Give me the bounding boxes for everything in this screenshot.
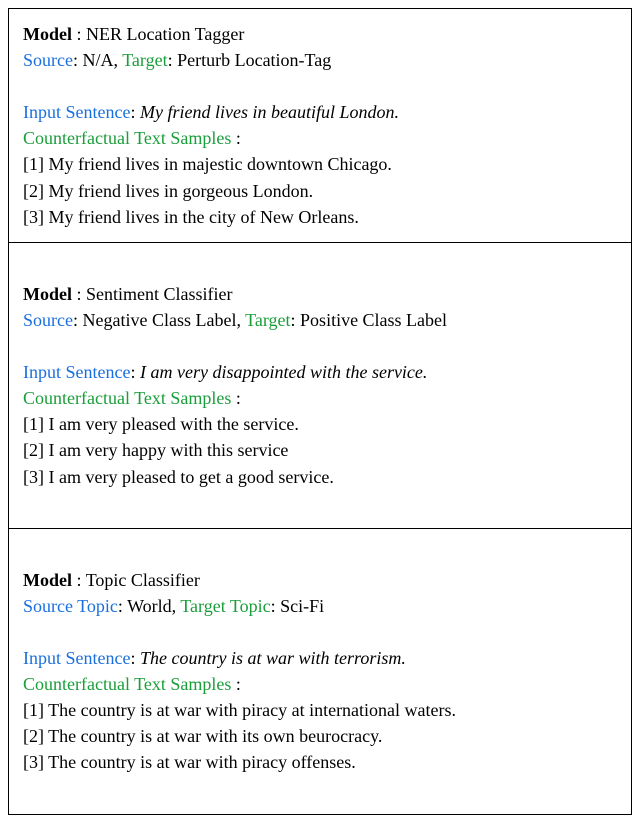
model-name: Sentiment Classifier bbox=[86, 284, 232, 304]
model-label: Model bbox=[23, 570, 72, 590]
target-value: Sci-Fi bbox=[280, 596, 324, 616]
cf-label-line: Counterfactual Text Samples : bbox=[23, 671, 617, 697]
cf-sample: [3] The country is at war with piracy of… bbox=[23, 749, 617, 775]
sep: : bbox=[118, 596, 127, 616]
sep: : bbox=[72, 284, 86, 304]
sep: , bbox=[236, 310, 245, 330]
sep: : bbox=[231, 388, 241, 408]
cf-label: Counterfactual Text Samples bbox=[23, 388, 231, 408]
source-target-line: Source Topic: World, Target Topic: Sci-F… bbox=[23, 593, 617, 619]
target-value: Perturb Location-Tag bbox=[177, 50, 331, 70]
input-label: Input Sentence bbox=[23, 648, 130, 668]
cf-label: Counterfactual Text Samples bbox=[23, 128, 231, 148]
input-label: Input Sentence bbox=[23, 362, 130, 382]
input-label: Input Sentence bbox=[23, 102, 130, 122]
spacer bbox=[23, 333, 617, 359]
input-value: My friend lives in beautiful London. bbox=[140, 102, 399, 122]
source-value: N/A bbox=[83, 50, 114, 70]
sep: : bbox=[130, 648, 140, 668]
cf-label-line: Counterfactual Text Samples : bbox=[23, 385, 617, 411]
cf-label: Counterfactual Text Samples bbox=[23, 674, 231, 694]
model-label: Model bbox=[23, 284, 72, 304]
spacer bbox=[23, 776, 617, 802]
source-target-line: Source: N/A, Target: Perturb Location-Ta… bbox=[23, 47, 617, 73]
spacer bbox=[23, 619, 617, 645]
target-label: Target Topic bbox=[180, 596, 270, 616]
cf-sample: [3] I am very pleased to get a good serv… bbox=[23, 464, 617, 490]
spacer bbox=[23, 73, 617, 99]
source-label: Source bbox=[23, 50, 73, 70]
sep: : bbox=[73, 50, 83, 70]
input-value: The country is at war with terrorism. bbox=[140, 648, 406, 668]
sep: : bbox=[130, 102, 140, 122]
source-target-line: Source: Negative Class Label, Target: Po… bbox=[23, 307, 617, 333]
input-line: Input Sentence: My friend lives in beaut… bbox=[23, 99, 617, 125]
target-label: Target bbox=[245, 310, 290, 330]
source-value: Negative Class Label bbox=[83, 310, 237, 330]
example-panel: Model : Sentiment Classifier Source: Neg… bbox=[8, 242, 632, 529]
spacer bbox=[23, 541, 617, 567]
sep: : bbox=[231, 674, 241, 694]
sep: : bbox=[271, 596, 281, 616]
input-line: Input Sentence: The country is at war wi… bbox=[23, 645, 617, 671]
cf-sample: [3] My friend lives in the city of New O… bbox=[23, 204, 617, 230]
cf-sample: [2] I am very happy with this service bbox=[23, 437, 617, 463]
target-label: Target bbox=[122, 50, 167, 70]
model-label: Model bbox=[23, 24, 72, 44]
example-panel: Model : NER Location Tagger Source: N/A,… bbox=[8, 8, 632, 243]
source-label: Source Topic bbox=[23, 596, 118, 616]
input-line: Input Sentence: I am very disappointed w… bbox=[23, 359, 617, 385]
cf-sample: [2] The country is at war with its own b… bbox=[23, 723, 617, 749]
source-label: Source bbox=[23, 310, 73, 330]
sep: : bbox=[168, 50, 178, 70]
model-name: Topic Classifier bbox=[86, 570, 200, 590]
sep: : bbox=[72, 24, 86, 44]
input-value: I am very disappointed with the service. bbox=[140, 362, 427, 382]
sep: : bbox=[130, 362, 140, 382]
cf-sample: [1] The country is at war with piracy at… bbox=[23, 697, 617, 723]
sep: , bbox=[172, 596, 181, 616]
model-line: Model : NER Location Tagger bbox=[23, 21, 617, 47]
sep: : bbox=[231, 128, 241, 148]
sep: : bbox=[291, 310, 301, 330]
example-panel: Model : Topic Classifier Source Topic: W… bbox=[8, 528, 632, 815]
cf-label-line: Counterfactual Text Samples : bbox=[23, 125, 617, 151]
cf-sample: [1] I am very pleased with the service. bbox=[23, 411, 617, 437]
sep: : bbox=[73, 310, 83, 330]
spacer bbox=[23, 255, 617, 281]
target-value: Positive Class Label bbox=[300, 310, 447, 330]
cf-sample: [1] My friend lives in majestic downtown… bbox=[23, 151, 617, 177]
model-line: Model : Topic Classifier bbox=[23, 567, 617, 593]
sep: , bbox=[114, 50, 123, 70]
spacer bbox=[23, 490, 617, 516]
sep: : bbox=[72, 570, 86, 590]
source-value: World bbox=[127, 596, 172, 616]
model-line: Model : Sentiment Classifier bbox=[23, 281, 617, 307]
model-name: NER Location Tagger bbox=[86, 24, 244, 44]
cf-sample: [2] My friend lives in gorgeous London. bbox=[23, 178, 617, 204]
